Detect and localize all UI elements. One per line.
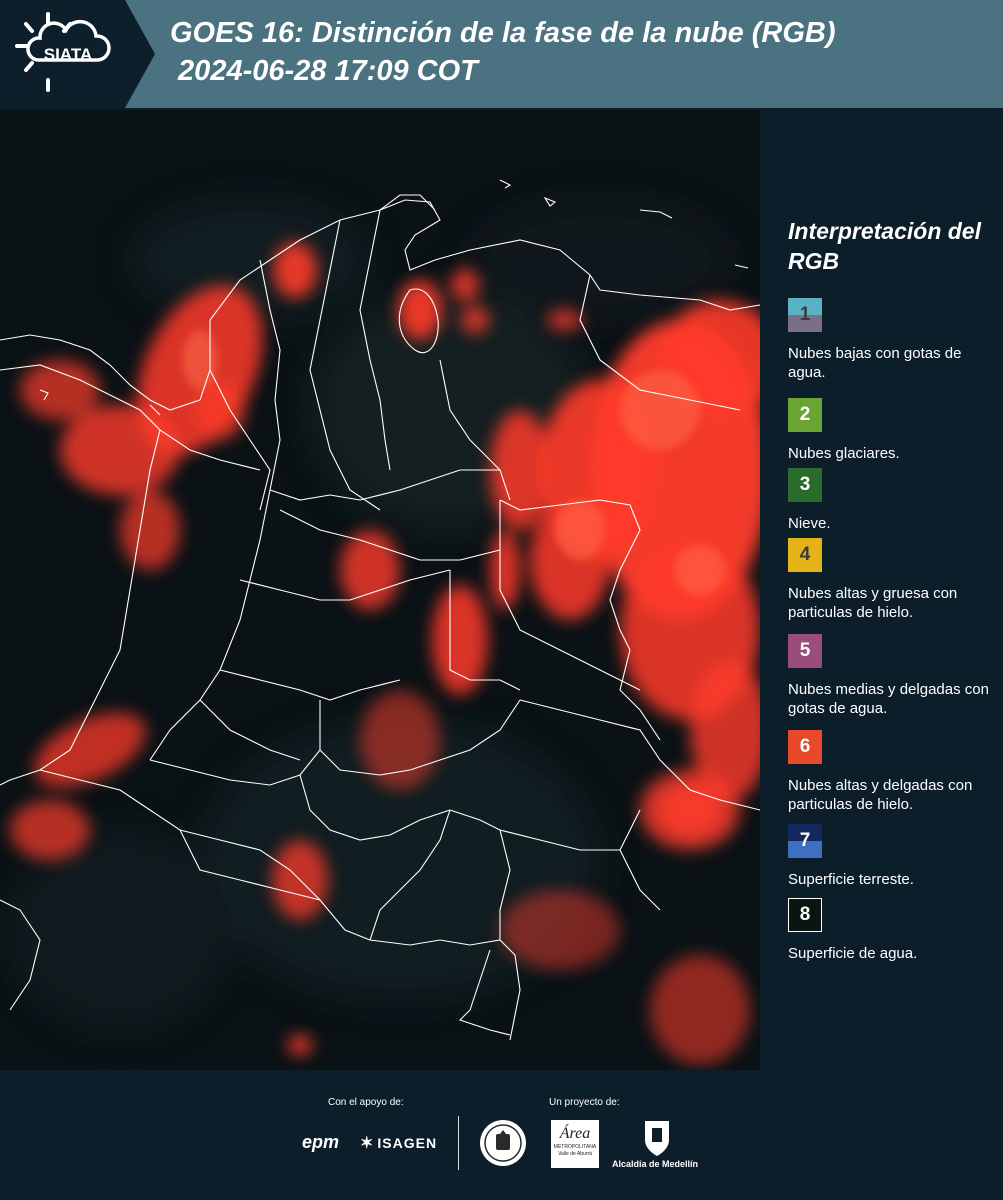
medellin-shield-icon bbox=[645, 1121, 669, 1156]
legend-text: Superficie terreste. bbox=[788, 871, 914, 888]
legend-swatch-8: 8 bbox=[788, 898, 822, 932]
legend-item-5: 5 Nubes medias y delgadas con gotas de ag… bbox=[788, 634, 1000, 718]
isagen-star-icon: ✶ bbox=[360, 1135, 375, 1152]
isagen-logo: ✶ ISAGEN bbox=[360, 1133, 437, 1153]
legend-item-6: 6 Nubes altas y delgadas con particulas d… bbox=[788, 730, 1000, 814]
alcaldia-label: Alcaldía de Medellín bbox=[612, 1159, 699, 1169]
siata-logo: SIATA bbox=[0, 0, 155, 108]
legend-swatch-3: 3 bbox=[788, 468, 822, 502]
legend-swatch-5: 5 bbox=[788, 634, 822, 668]
legend-item-7: 7 Superficie terreste. bbox=[788, 824, 1000, 889]
legend-text: Nubes bajas con gotas de agua. bbox=[788, 345, 962, 381]
legend-number: 3 bbox=[799, 474, 811, 495]
legend-text: Nubes glaciares. bbox=[788, 445, 900, 462]
epm-logo: epm bbox=[302, 1132, 340, 1152]
legend-item-1: 1 Nubes bajas con gotas de agua. bbox=[788, 298, 1000, 382]
legend-number: 2 bbox=[799, 404, 811, 425]
legend-item-4: 4 Nubes altas y gruesa con particulas de … bbox=[788, 538, 1000, 622]
legend-title: Interpretación del RGB bbox=[788, 218, 981, 274]
siata-sun-cloud-icon: SIATA bbox=[15, 12, 111, 92]
legend-item-3: 3 Nieve. bbox=[788, 468, 1000, 533]
project-label: Un proyecto de: bbox=[549, 1097, 620, 1108]
legend-number: 1 bbox=[799, 304, 811, 325]
satellite-map bbox=[0, 110, 760, 1070]
satellite-image bbox=[0, 110, 760, 1070]
area-metropolitana-logo: Área METROPOLITANA Valle de Aburrá bbox=[551, 1120, 599, 1168]
footer: Con el apoyo de: Un proyecto de: epm ✶ I… bbox=[0, 1070, 1003, 1200]
isagen-logo-text: ISAGEN bbox=[377, 1135, 438, 1151]
legend-number: 5 bbox=[799, 640, 811, 661]
area-logo-text: Área bbox=[559, 1125, 591, 1142]
area-sub-text: METROPOLITANA bbox=[553, 1144, 597, 1150]
legend-number: 7 bbox=[799, 830, 811, 851]
legend-item-2: 2 Nubes glaciares. bbox=[788, 398, 1000, 463]
legend-swatch-2: 2 bbox=[788, 398, 822, 432]
page-title: GOES 16: Distinción de la fase de la nub… bbox=[170, 17, 836, 87]
legend-swatch-4: 4 bbox=[788, 538, 822, 572]
footer-divider bbox=[458, 1116, 459, 1170]
seal-icon bbox=[480, 1120, 526, 1166]
legend-item-8: 8 Superficie de agua. bbox=[788, 898, 1000, 963]
siata-logo-text: SIATA bbox=[44, 45, 92, 64]
legend-swatch-1: 1 bbox=[788, 298, 822, 332]
support-label: Con el apoyo de: bbox=[328, 1097, 404, 1108]
legend-panel: Interpretación del RGB 1 Nubes bajas con … bbox=[760, 110, 1003, 1070]
legend-text: Nieve. bbox=[788, 515, 831, 532]
legend-number: 6 bbox=[799, 736, 811, 757]
area-sub-text-2: Valle de Aburrá bbox=[558, 1151, 592, 1157]
legend-swatch-7: 7 bbox=[788, 824, 822, 858]
legend-text: Nubes medias y delgadas con gotas de agu… bbox=[788, 681, 989, 717]
legend-text: Nubes altas y gruesa con particulas de h… bbox=[788, 585, 958, 621]
header-bar: SIATA GOES 16: Distinción de la fase de … bbox=[0, 0, 1003, 108]
legend-text: Superficie de agua. bbox=[788, 945, 918, 962]
legend-number: 4 bbox=[799, 544, 811, 565]
legend-text: Nubes altas y delgadas con particulas de… bbox=[788, 777, 973, 813]
legend-swatch-6: 6 bbox=[788, 730, 822, 764]
legend-number: 8 bbox=[799, 904, 811, 925]
